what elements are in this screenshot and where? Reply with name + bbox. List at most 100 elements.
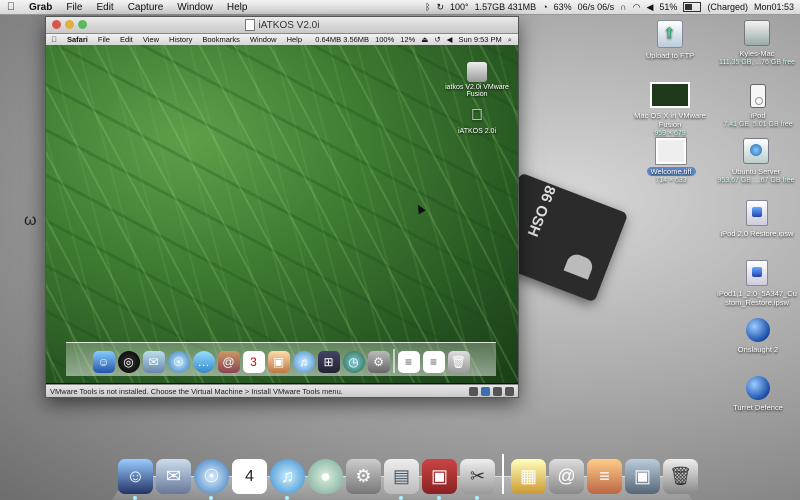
- desktop-icon-info: 714 × 633: [655, 177, 687, 184]
- running-indicator: [209, 496, 213, 500]
- guest-dock-itunes-icon[interactable]: ♫: [292, 351, 315, 373]
- host-menubar:  Grab File Edit Capture Window Help ᛒ ↻…: [0, 0, 800, 15]
- menu-help[interactable]: Help: [220, 2, 255, 13]
- vm-device-icons: [469, 386, 518, 396]
- guest-drive-icon-vmware[interactable]: iatkos V2.0i VMware Fusion: [442, 62, 512, 98]
- desktop-icon-upload-ftp[interactable]: Upload to FTP: [634, 20, 706, 60]
- guest-dock-sysprefs-icon[interactable]: ⚙: [367, 351, 390, 373]
- dock-pictures-folder-icon[interactable]: ▣: [625, 459, 660, 494]
- close-button[interactable]: [52, 20, 61, 29]
- desktop-icon-kyles-mac[interactable]: Kyles-Mac 111.35 GB, ...76 GB free: [716, 20, 798, 67]
- minimize-button[interactable]: [65, 20, 74, 29]
- guest-timemachine-icon[interactable]: ↺: [434, 35, 440, 44]
- dock-mail-icon[interactable]: ✉: [156, 459, 191, 494]
- guest-menu-bookmarks[interactable]: Bookmarks: [197, 35, 245, 44]
- guest-desktop[interactable]:  Safari File Edit View History Bookmark…: [46, 34, 518, 383]
- dock-trash-icon[interactable]: 🗑: [663, 459, 698, 494]
- desktop-icon-ubuntu-server[interactable]: Ubuntu Server 953.67 GB, ...67 GB free: [714, 138, 798, 185]
- desktop-icon-vmware-screenshot[interactable]: Mac OS X in VMware Fusion 959 × 679: [628, 82, 712, 138]
- desktop-icon-info: 959 × 679: [654, 130, 686, 137]
- guest-menu-file[interactable]: File: [93, 35, 115, 44]
- zoom-button[interactable]: [78, 20, 87, 29]
- guest-icon-label: iATKOS 2.0i: [458, 128, 496, 135]
- desktop-icon-welcome-tiff[interactable]: Welcome.tiff 714 × 633: [636, 138, 706, 185]
- guest-menu-window[interactable]: Window: [245, 35, 282, 44]
- guest-volume-icon[interactable]: ◀: [447, 35, 453, 44]
- guest-drive-icon-iatkos[interactable]:  iATKOS 2.0i: [442, 106, 512, 135]
- guest-clock[interactable]: Sun 9:53 PM: [458, 35, 501, 44]
- vmware-window[interactable]: iATKOS V2.0i  Safari File Edit View His…: [45, 16, 519, 398]
- dock-safari-icon[interactable]: ☉: [194, 459, 229, 500]
- dock-finder-icon[interactable]: ☺: [118, 459, 153, 500]
- battery-icon[interactable]: [683, 2, 702, 12]
- globe-app-icon: [746, 318, 770, 342]
- bluetooth-icon[interactable]: ᛒ: [425, 2, 430, 12]
- desktop-icon-label: Mac OS X in VMware Fusion: [634, 111, 706, 129]
- vm-titlebar[interactable]: iATKOS V2.0i: [46, 17, 518, 34]
- cd-drive-icon[interactable]: [469, 386, 478, 396]
- guest-app-menu[interactable]: Safari: [62, 35, 93, 44]
- vm-title-text: iATKOS V2.0i: [258, 19, 320, 31]
- dock-sysprefs-icon[interactable]: ⚙: [346, 459, 381, 494]
- guest-menu-view[interactable]: View: [138, 35, 164, 44]
- menu-window[interactable]: Window: [170, 2, 220, 13]
- menubar-clock[interactable]: Mon01:53: [754, 2, 794, 12]
- vm-statusbar: VMware Tools is not installed. Choose th…: [46, 384, 518, 397]
- dock-itunes-icon[interactable]: ♫: [270, 459, 305, 500]
- guest-dock-finder-icon[interactable]: ☺: [92, 351, 115, 373]
- guest-spotlight-icon[interactable]: ⌕: [508, 35, 512, 45]
- dock-ical-icon[interactable]: 4: [232, 459, 267, 494]
- volume-icon[interactable]: ◀: [647, 2, 654, 13]
- dock-preview-icon[interactable]: ▤: [384, 459, 419, 500]
- desktop-icon-ipod[interactable]: iPod 7.41 GB, 5.01 GB free: [720, 84, 796, 129]
- guest-dock-addressbook-icon[interactable]: @: [217, 351, 240, 373]
- desktop-icon-label: iPod1,1_2.0_5A347_Custom_Restore.ipsw: [717, 289, 797, 307]
- menu-edit[interactable]: Edit: [89, 2, 120, 13]
- desktop-icon-turret-defence[interactable]: Turret Defence: [720, 376, 796, 412]
- guest-dock-trash-icon[interactable]: 🗑: [447, 351, 470, 373]
- guest-dock-document-icon[interactable]: ≡: [422, 351, 445, 373]
- app-menu[interactable]: Grab: [22, 2, 59, 13]
- dock-growl-icon[interactable]: ●: [308, 459, 343, 494]
- running-indicator: [133, 496, 137, 500]
- guest-eject-icon[interactable]: ⏏: [421, 35, 428, 44]
- guest-dock-mail-icon[interactable]: ✉: [142, 351, 165, 373]
- apple-menu-icon[interactable]: : [0, 1, 22, 13]
- guest-dock-spaces-icon[interactable]: ⊞: [317, 351, 340, 373]
- guest-dock-safari-icon[interactable]: ☉: [167, 351, 190, 373]
- headphones-icon[interactable]: ∩: [620, 2, 626, 12]
- guest-dock-ichat-icon[interactable]: …: [192, 351, 215, 373]
- menu-capture[interactable]: Capture: [121, 2, 171, 13]
- guest-status-area: 0.64MB 3.56MB 100% 12% ⏏ ↺ ◀ Sun 9:53 PM…: [315, 35, 518, 45]
- guest-dock-iphoto-icon[interactable]: ▣: [267, 351, 290, 373]
- desktop-icon-label: Onslaught 2: [737, 345, 779, 354]
- hard-drive-icon: [744, 20, 770, 46]
- wifi-icon[interactable]: ◠: [633, 2, 641, 13]
- usb-device-icon[interactable]: [493, 386, 502, 396]
- guest-dock-timemachine-icon[interactable]: ◷: [342, 351, 365, 373]
- guest-apple-icon[interactable]: : [46, 35, 62, 44]
- guest-dock-ical-icon[interactable]: 3: [242, 351, 265, 373]
- desktop-icon-label: iPod 2.0 Restore.ipsw: [720, 229, 794, 238]
- battery-percent: 51%: [659, 2, 678, 12]
- desktop-icon-onslaught[interactable]: Onslaught 2: [720, 318, 796, 354]
- dock-downloads-folder-icon[interactable]: @: [549, 459, 584, 494]
- resize-grip-icon[interactable]: [505, 386, 514, 396]
- sync-icon[interactable]: ↻: [436, 2, 444, 13]
- dock-vmware-fusion-icon[interactable]: ▣: [422, 459, 457, 500]
- dock-applications-folder-icon[interactable]: ▦: [511, 459, 546, 494]
- menu-file[interactable]: File: [59, 2, 89, 13]
- guest-menu-history[interactable]: History: [164, 35, 197, 44]
- guest-dock-document-icon[interactable]: ≡: [397, 351, 420, 373]
- network-device-icon[interactable]: [481, 386, 490, 396]
- vm-title: iATKOS V2.0i: [244, 19, 320, 31]
- cpu-readout: 63%: [553, 2, 572, 12]
- desktop-icon-ipod-restore[interactable]: iPod 2.0 Restore.ipsw: [716, 200, 798, 238]
- desktop-icon-custom-restore[interactable]: iPod1,1_2.0_5A347_Custom_Restore.ipsw: [716, 260, 798, 307]
- guest-menu-edit[interactable]: Edit: [115, 35, 138, 44]
- menubar-status-area: ᛒ ↻ 100° 1.57GB 431MB ◔ 63% 06/s 06/s ∩ …: [425, 2, 800, 13]
- dock-documents-folder-icon[interactable]: ≡: [587, 459, 622, 494]
- dock-grab-icon[interactable]: ✂: [460, 459, 495, 500]
- guest-dock-dashboard-icon[interactable]: ◎: [117, 351, 140, 373]
- guest-menu-help[interactable]: Help: [282, 35, 307, 44]
